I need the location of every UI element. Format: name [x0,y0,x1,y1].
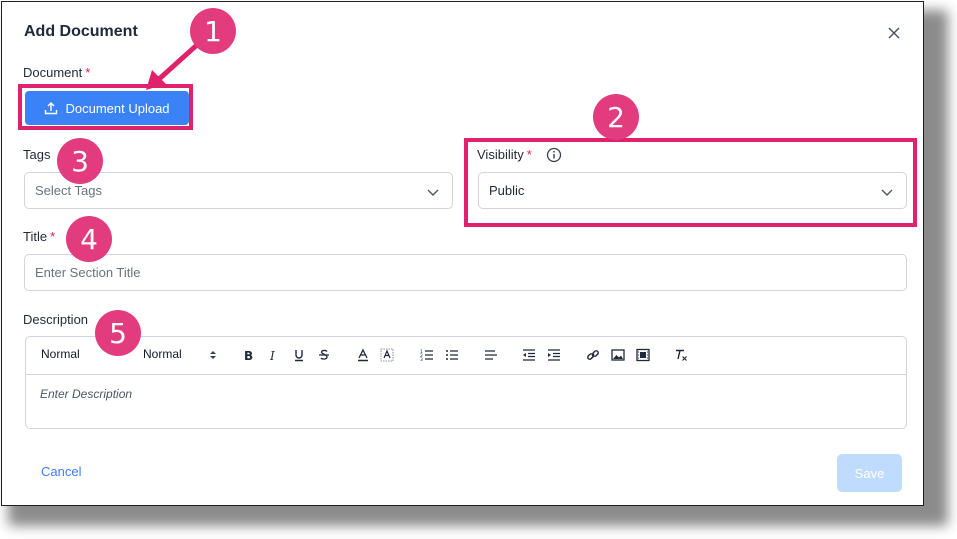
svg-text:3: 3 [420,357,423,362]
image-icon[interactable] [611,348,625,362]
save-button[interactable]: Save [837,454,902,492]
highlight-visibility [464,138,917,227]
font-color-icon[interactable] [356,348,370,362]
video-icon[interactable] [636,348,650,362]
editor-toolbar: Normal Normal B I 123 [26,337,906,375]
strikethrough-icon[interactable] [317,348,331,362]
tags-placeholder: Select Tags [35,183,102,198]
background-color-icon[interactable] [380,348,394,362]
description-label: Description [23,312,89,327]
bold-icon[interactable]: B [242,348,256,362]
bullet-list-icon[interactable] [445,348,459,362]
svg-text:B: B [244,349,253,362]
required-mark: * [50,229,56,244]
tags-label: Tags [23,147,51,162]
document-label: Document * [23,65,91,80]
italic-icon[interactable]: I [267,348,281,362]
annotation-badge-1: 1 [190,8,236,54]
select-arrows-icon[interactable] [206,348,220,362]
cancel-button[interactable]: Cancel [41,464,81,479]
ordered-list-icon[interactable]: 123 [420,348,434,362]
svg-text:I: I [269,349,275,362]
close-icon[interactable] [886,25,902,41]
title-label: Title * [23,229,56,244]
dialog-title: Add Document [24,23,138,40]
outdent-icon[interactable] [522,348,536,362]
description-placeholder[interactable]: Enter Description [40,387,132,401]
underline-icon[interactable] [292,348,306,362]
clear-formatting-icon[interactable] [674,348,688,362]
chevron-down-icon [427,189,439,196]
annotation-badge-2: 2 [593,94,639,140]
annotation-badge-5: 5 [95,310,141,356]
required-mark: * [85,65,91,80]
title-placeholder: Enter Section Title [35,265,141,280]
title-input[interactable]: Enter Section Title [24,254,907,291]
align-left-icon[interactable] [484,348,498,362]
link-icon[interactable] [586,348,600,362]
description-editor: Normal Normal B I 123 Enter Description [25,336,907,429]
size-select[interactable]: Normal [143,347,182,361]
indent-icon[interactable] [547,348,561,362]
annotation-badge-3: 3 [57,138,103,184]
annotation-badge-4: 4 [66,216,112,262]
header-select[interactable]: Normal [41,347,80,361]
